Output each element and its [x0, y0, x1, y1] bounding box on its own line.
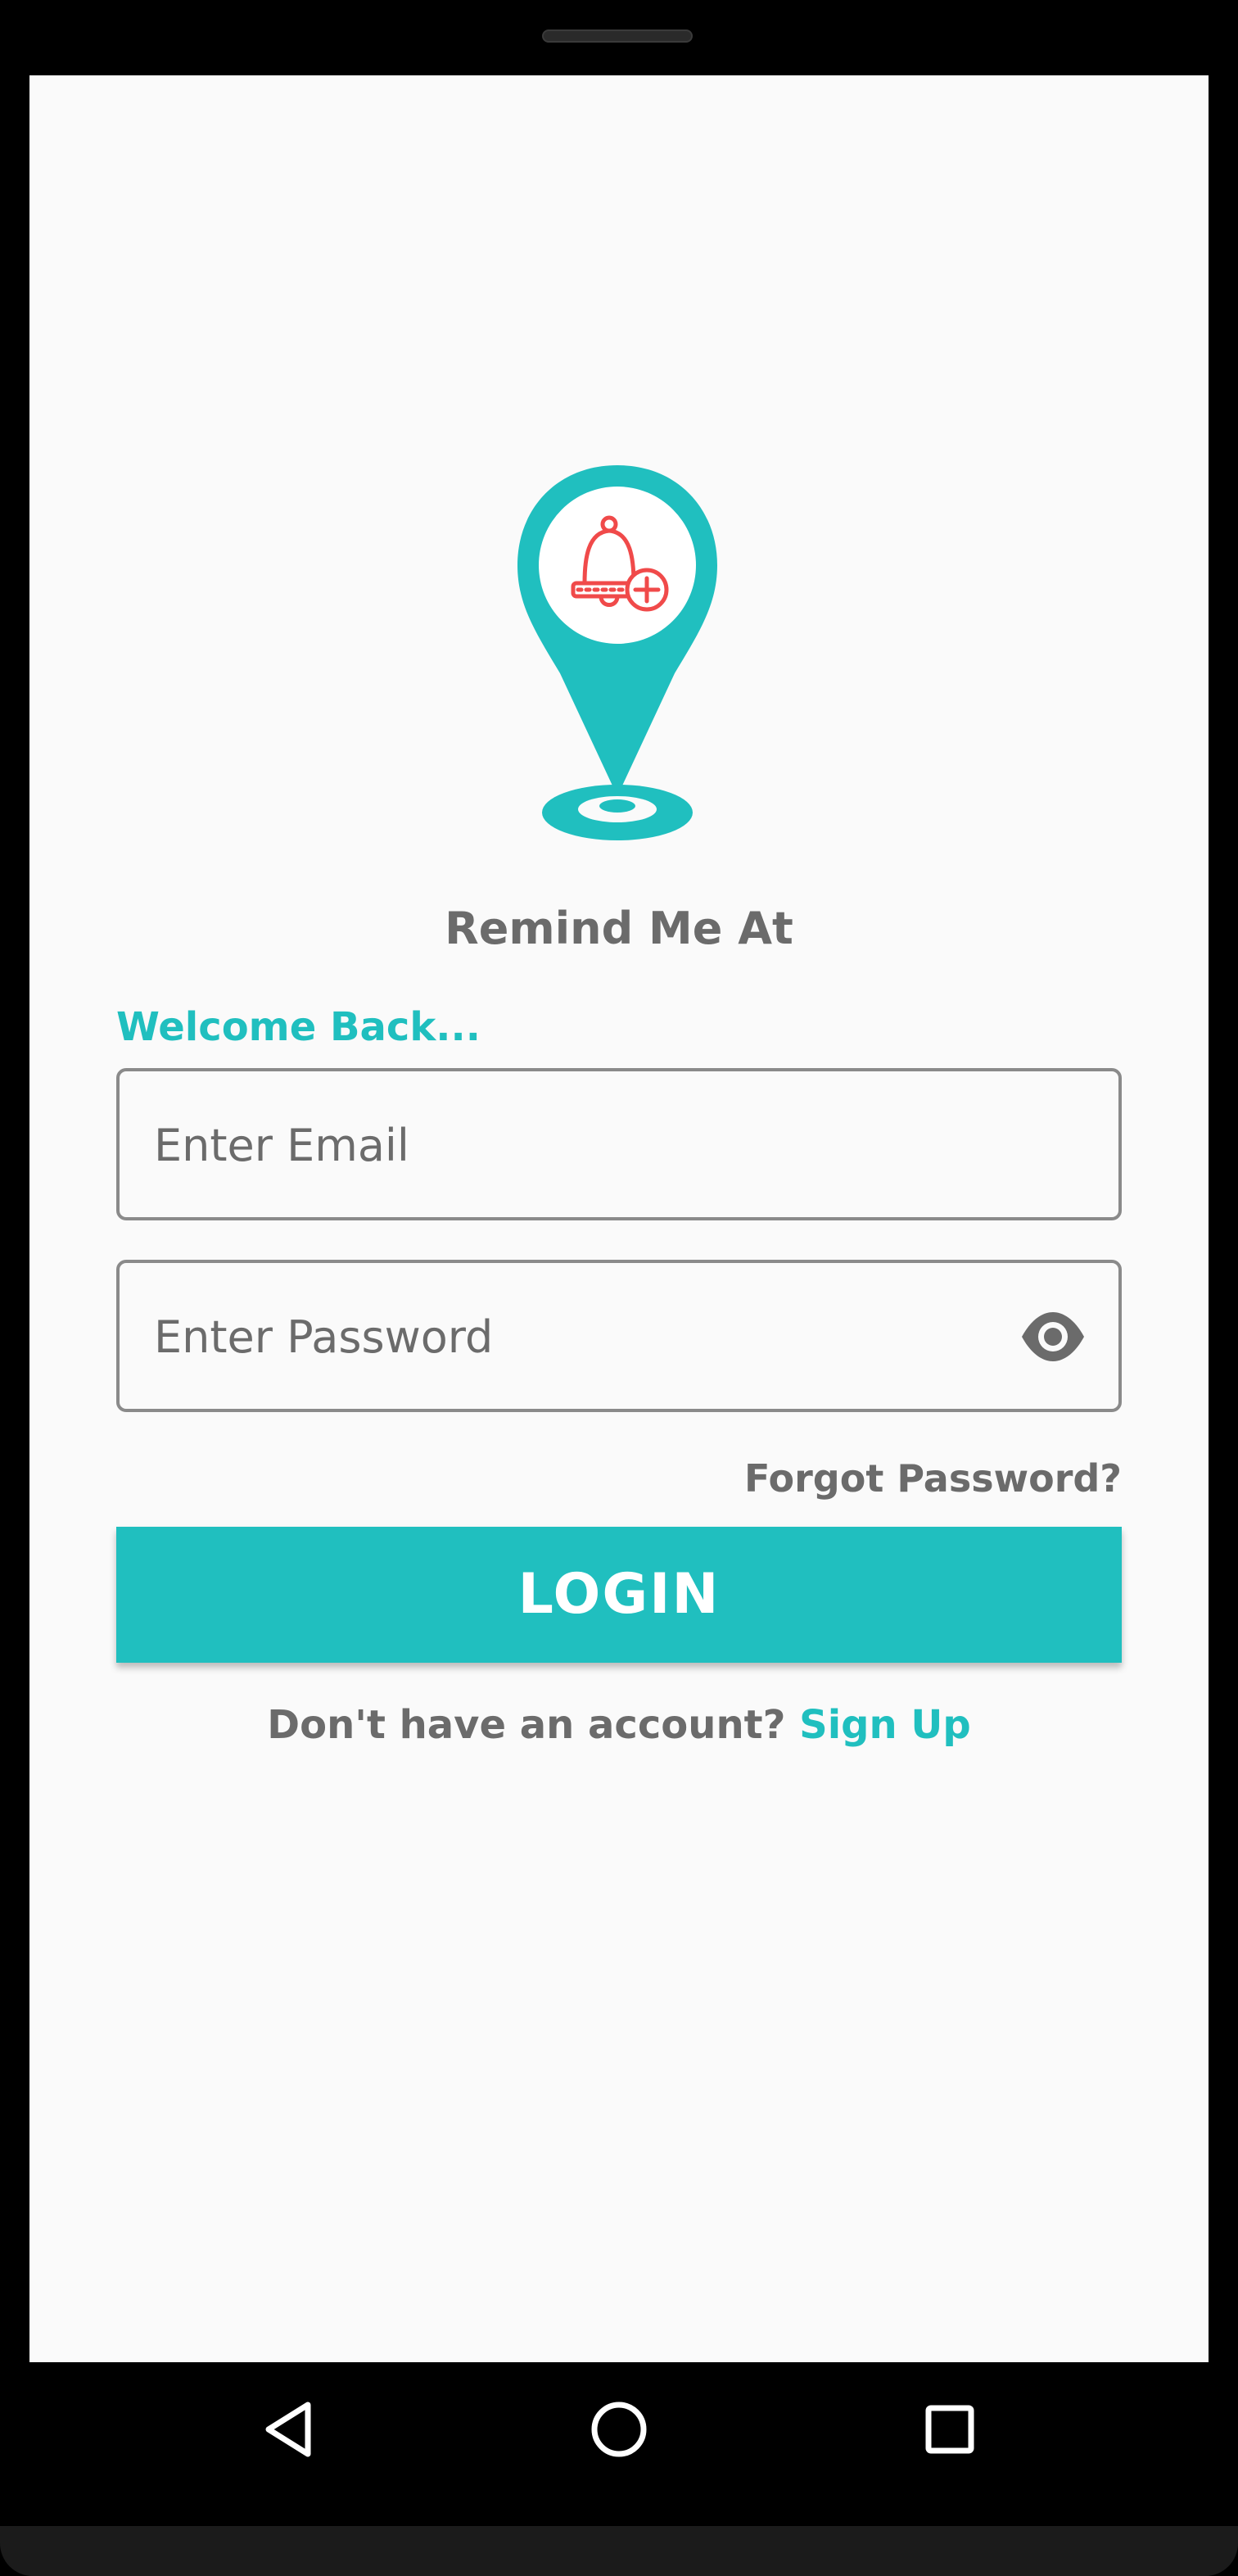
eye-icon[interactable]: [1020, 1306, 1086, 1368]
system-nav-bar: [0, 2362, 1238, 2526]
welcome-heading: Welcome Back...: [116, 1004, 481, 1050]
signup-link[interactable]: Sign Up: [799, 1702, 971, 1748]
forgot-password-link[interactable]: Forgot Password?: [744, 1456, 1122, 1501]
login-button[interactable]: LOGIN: [116, 1527, 1122, 1663]
password-input[interactable]: [152, 1263, 1023, 1410]
app-title: Remind Me At: [445, 903, 793, 954]
password-field[interactable]: [116, 1260, 1122, 1412]
login-screen: Remind Me At Welcome Back... Forgot Pass…: [29, 75, 1209, 2362]
recent-square-icon[interactable]: [909, 2388, 991, 2470]
phone-frame: Remind Me At Welcome Back... Forgot Pass…: [0, 0, 1238, 2576]
speaker-grille: [542, 29, 693, 43]
app-logo: [503, 387, 732, 845]
email-field[interactable]: [116, 1068, 1122, 1220]
location-pin-bell-icon: [517, 465, 717, 840]
device-bottom-edge: [0, 2526, 1238, 2576]
home-circle-icon[interactable]: [578, 2388, 660, 2470]
back-triangle-icon[interactable]: [247, 2388, 329, 2470]
signup-prompt: Don't have an account?: [267, 1702, 786, 1748]
signup-row: Don't have an account? Sign Up: [29, 1702, 1209, 1748]
email-input[interactable]: [152, 1071, 1023, 1219]
